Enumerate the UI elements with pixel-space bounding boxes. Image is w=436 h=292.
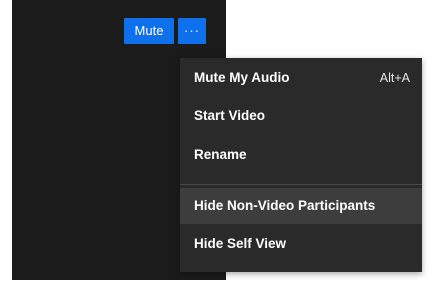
menu-item-shortcut: Alt+A	[379, 71, 410, 85]
menu-item-label: Hide Non-Video Participants	[194, 198, 376, 213]
more-dots-icon: ···	[184, 23, 200, 38]
menu-item-label: Mute My Audio	[194, 70, 290, 85]
menu-item-label: Start Video	[194, 108, 266, 123]
menu-item-label: Hide Self View	[194, 236, 287, 251]
menu-item-mute-my-audio[interactable]: Mute My Audio Alt+A	[180, 60, 422, 96]
menu-divider	[180, 184, 422, 185]
menu-item-label: Rename	[194, 147, 247, 162]
menu-item-start-video[interactable]: Start Video	[180, 98, 422, 134]
more-options-button[interactable]: ···	[178, 18, 206, 44]
mute-button[interactable]: Mute	[124, 18, 174, 44]
meeting-stage: Mute ··· Mute My Audio Alt+A Start Video…	[0, 0, 436, 292]
menu-item-hide-self-view[interactable]: Hide Self View	[180, 226, 422, 262]
menu-item-rename[interactable]: Rename	[180, 137, 422, 173]
menu-item-hide-non-video-participants[interactable]: Hide Non-Video Participants	[180, 188, 422, 224]
participant-context-menu: Mute My Audio Alt+A Start Video Rename H…	[180, 58, 422, 272]
